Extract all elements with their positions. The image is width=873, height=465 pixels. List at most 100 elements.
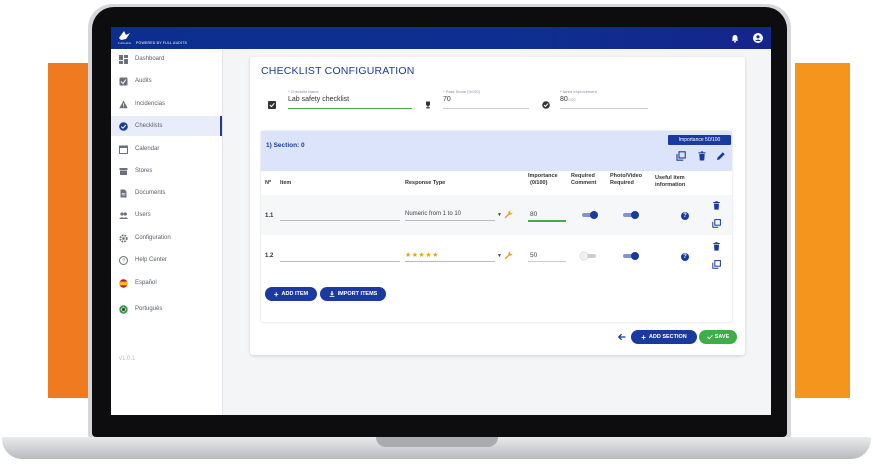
audit-check-icon — [119, 77, 128, 85]
response-type-underline — [405, 220, 495, 221]
brazil-flag-icon — [119, 304, 128, 314]
sidebar: Dashboard Audits Incidencias Checklists … — [111, 49, 223, 415]
spain-flag-icon — [119, 278, 128, 288]
importance-input[interactable]: 50 — [530, 252, 537, 259]
sidebar-item-espanol[interactable]: Español — [111, 273, 222, 293]
dashboard-icon — [119, 54, 128, 64]
checkbox-icon — [268, 101, 276, 109]
powered-by-text: POWERED BY FULL AUDITS — [136, 41, 188, 45]
star-rating-select[interactable]: ★★★★★ — [405, 251, 439, 259]
required-comment-toggle[interactable] — [580, 211, 598, 219]
sidebar-item-label: Checklists — [135, 123, 163, 129]
sidebar-item-label: Users — [135, 212, 151, 218]
copy-section-icon[interactable] — [676, 151, 686, 161]
col-importance-line2: (0/100) — [530, 180, 548, 186]
delete-item-icon[interactable] — [712, 242, 721, 251]
toggle-knob — [580, 252, 588, 260]
sidebar-item-portugues[interactable]: Português — [111, 299, 222, 319]
plus-icon: + — [273, 289, 279, 299]
warning-icon — [119, 100, 128, 108]
orange-accent-right — [795, 63, 850, 398]
delete-section-icon[interactable] — [697, 151, 707, 161]
required-comment-toggle[interactable] — [580, 252, 598, 260]
app-screen: FullAudits POWERED BY FULL AUDITS Dashbo… — [111, 27, 771, 415]
sidebar-item-users[interactable]: Users — [111, 205, 222, 225]
sidebar-item-checklists[interactable]: Checklists — [111, 116, 222, 136]
check-circle-icon — [119, 121, 128, 131]
copy-item-icon[interactable] — [712, 219, 721, 228]
sidebar-item-calendar[interactable]: Calendar — [111, 139, 222, 159]
col-item: Item — [280, 180, 292, 186]
response-type-underline — [405, 261, 495, 262]
sidebar-item-label: Documents — [135, 190, 166, 196]
top-bar: FullAudits POWERED BY FULL AUDITS — [111, 27, 771, 49]
item-input[interactable] — [280, 220, 400, 221]
save-label: SAVE — [714, 334, 730, 340]
orange-accent-left — [48, 63, 92, 398]
back-arrow-icon[interactable] — [617, 332, 627, 342]
need-improvement-input[interactable]: 80/100 — [560, 96, 576, 103]
sidebar-item-label: Calendar — [135, 146, 160, 152]
save-button[interactable]: SAVE — [699, 330, 737, 344]
wrench-icon[interactable] — [504, 210, 513, 219]
download-icon — [329, 291, 335, 297]
need-improvement-suffix: /100 — [567, 97, 576, 102]
sidebar-item-configuration[interactable]: Configuration — [111, 228, 222, 248]
toggle-knob — [631, 252, 639, 260]
sidebar-item-incidencias[interactable]: Incidencias — [111, 94, 222, 114]
document-icon — [120, 189, 127, 197]
checklist-config-panel: CHECKLIST CONFIGURATION * Checklist Name… — [250, 57, 745, 355]
store-icon — [119, 167, 128, 175]
wrench-icon[interactable] — [504, 251, 513, 260]
section-header: 1) Section: 0 Importance 50/100 — [261, 131, 732, 171]
section-title: 1) Section: 0 — [266, 142, 305, 149]
account-icon[interactable] — [752, 32, 764, 44]
bell-icon[interactable] — [729, 32, 741, 44]
item-info-help-icon[interactable]: ? — [681, 212, 689, 220]
import-items-button[interactable]: IMPORT ITEMS — [320, 287, 386, 301]
col-required-comment: Required Comment — [571, 173, 596, 187]
sidebar-item-help-center[interactable]: ? Help Center — [111, 250, 222, 270]
svg-text:?: ? — [122, 258, 125, 264]
item-input[interactable] — [280, 261, 400, 262]
delete-item-icon[interactable] — [712, 201, 721, 210]
check-badge-icon — [542, 101, 550, 109]
toggle-knob — [590, 211, 598, 219]
sidebar-item-label: Audits — [135, 78, 152, 84]
item-info-help-icon[interactable]: ? — [681, 253, 689, 261]
sidebar-item-stores[interactable]: Stores — [111, 161, 222, 181]
sidebar-item-label: Dashboard — [135, 56, 165, 62]
logo-text: FullAudits — [118, 41, 132, 45]
add-item-button[interactable]: + ADD ITEM — [265, 287, 317, 301]
photo-required-toggle[interactable] — [621, 211, 639, 219]
col-useful-info: Useful item information — [655, 175, 685, 189]
need-improvement-underline — [560, 108, 648, 109]
sidebar-item-label: Português — [135, 306, 163, 312]
importance-badge: Importance 50/100 — [668, 135, 731, 145]
col-photo-video-line1: Photo/Video — [610, 173, 642, 179]
importance-input[interactable]: 80 — [530, 211, 537, 218]
add-section-button[interactable]: + ADD SECTION — [631, 330, 697, 344]
importance-underline — [528, 261, 566, 262]
photo-required-toggle[interactable] — [621, 252, 639, 260]
pass-score-label: * Pass Score (0/100) — [443, 89, 480, 94]
importance-underline — [528, 220, 566, 222]
col-required-comment-line2: Comment — [571, 180, 597, 186]
pass-score-input[interactable]: 70 — [443, 96, 451, 103]
col-importance-line1: Importance — [528, 173, 558, 179]
edit-section-icon[interactable] — [716, 151, 726, 161]
row-number: 1.1 — [265, 213, 274, 219]
plus-icon: + — [641, 332, 646, 342]
page-title: CHECKLIST CONFIGURATION — [261, 65, 415, 77]
sidebar-item-audits[interactable]: Audits — [111, 71, 222, 91]
sidebar-item-dashboard[interactable]: Dashboard — [111, 49, 222, 69]
sidebar-item-documents[interactable]: Documents — [111, 183, 222, 203]
sidebar-item-label: Stores — [135, 168, 153, 174]
caret-down-icon[interactable]: ▼ — [497, 212, 502, 218]
caret-down-icon[interactable]: ▼ — [497, 253, 502, 259]
section-card: 1) Section: 0 Importance 50/100 Nº Item … — [261, 131, 732, 322]
sidebar-item-label: Configuration — [135, 235, 171, 241]
checklist-name-input[interactable]: Lab safety checklist — [288, 96, 349, 103]
copy-item-icon[interactable] — [712, 260, 721, 269]
response-type-select[interactable]: Numeric from 1 to 10 — [405, 211, 461, 217]
